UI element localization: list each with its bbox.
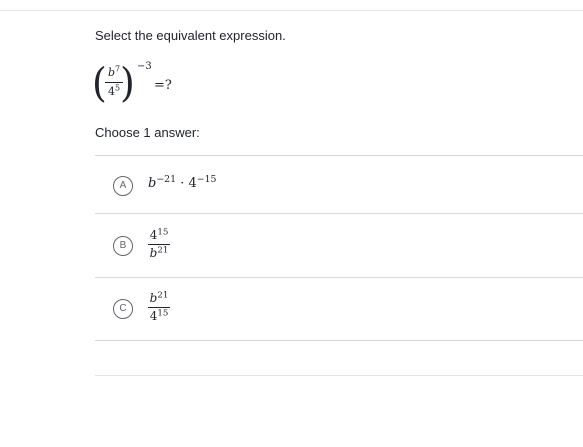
question-prompt: Select the equivalent expression. [95,28,286,43]
choice-b-numerator: 415 [150,228,169,242]
choice-c-numerator: b21 [150,291,169,305]
choice-b-numerator-exponent: 15 [157,227,169,238]
choice-a[interactable]: A b−21 · 4−15 [95,156,583,214]
choice-c[interactable]: C b21 415 [95,278,583,336]
choice-b-denominator-exponent: 21 [157,245,169,256]
choice-a-exponent-1: −21 [156,173,177,185]
problem-expression: ( b7 45 ) −3 =? [82,54,192,114]
choice-b[interactable]: B 415 b21 [95,214,583,272]
choice-c-bubble[interactable]: C [113,299,133,319]
outer-exponent: −3 [137,61,152,72]
choice-c-denominator: 415 [150,309,169,323]
choice-divider-3 [95,340,583,341]
choice-a-expression: b−21 · 4−15 [148,173,217,191]
numerator-base: b [107,66,115,79]
choice-b-fraction: 415 b21 [148,228,170,260]
choice-a-bubble[interactable]: A [113,176,133,196]
header-divider [0,10,583,11]
choice-b-bubble[interactable]: B [113,236,133,256]
choice-a-exponent-2: −15 [196,173,217,185]
right-parenthesis: ) [120,59,135,107]
choice-b-denominator: b21 [150,246,169,260]
choice-c-fraction: b21 415 [148,291,170,323]
choose-instruction: Choose 1 answer: [95,125,200,140]
choice-a-base-2: 4 [188,176,197,191]
choice-c-numerator-exponent: 21 [157,290,169,301]
equals-question: =? [154,78,172,93]
multiplication-dot: · [180,176,185,191]
choice-c-denominator-exponent: 15 [157,308,169,319]
denominator-base: 4 [107,85,115,98]
footer-divider [95,375,583,376]
